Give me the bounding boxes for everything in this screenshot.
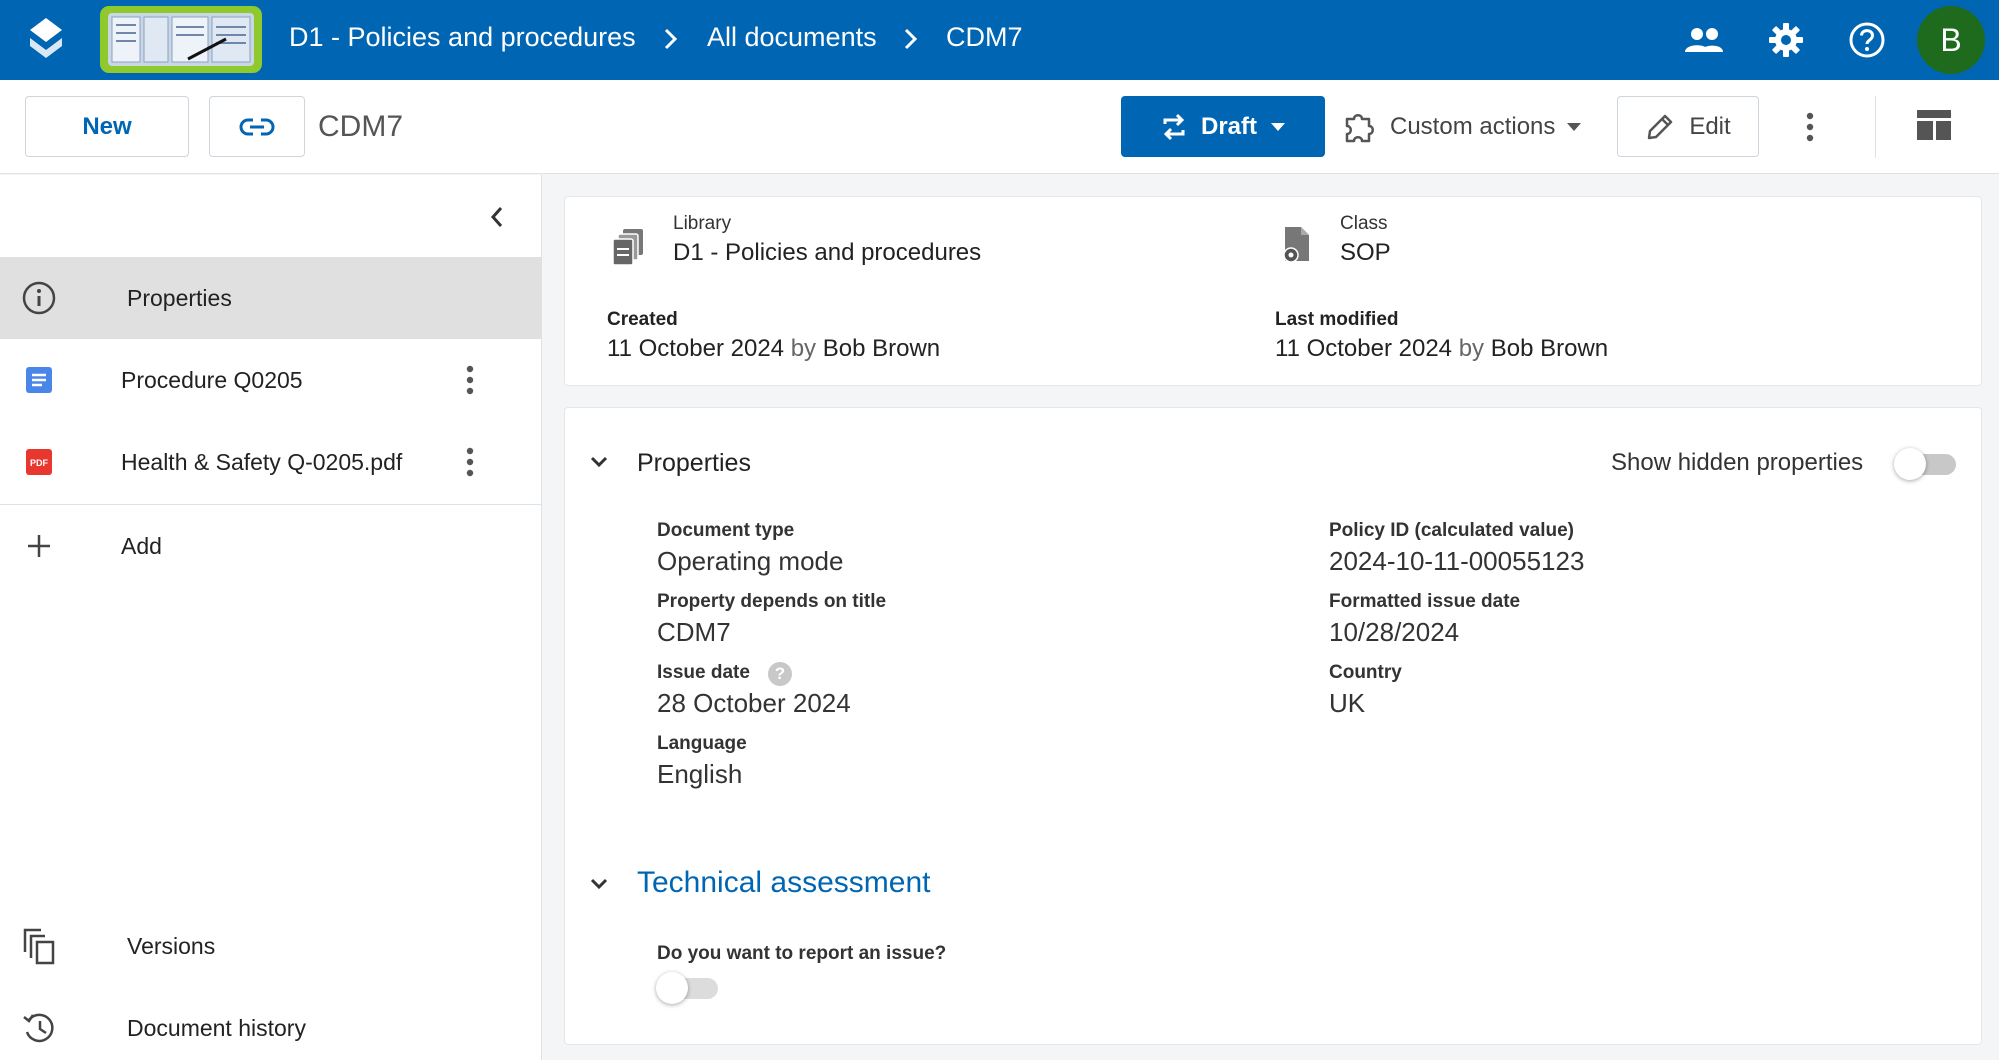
property-value: English <box>657 759 743 789</box>
chevron-down-icon[interactable] <box>585 870 613 898</box>
pdf-icon: PDF <box>20 443 58 481</box>
plus-icon <box>20 527 58 565</box>
property-label: Property depends on title <box>657 591 887 612</box>
property-value: 28 October 2024 <box>657 688 851 718</box>
property-label: Policy ID (calculated value) <box>1329 520 1574 541</box>
property-label: Document type <box>657 520 795 541</box>
toolbar: New CDM7 Draft Custom actions Edit <box>0 80 1999 174</box>
edit-button[interactable]: Edit <box>1617 96 1759 157</box>
help-icon[interactable] <box>1843 16 1891 64</box>
document-icon <box>20 361 58 399</box>
sidebar-item-health-safety-pdf[interactable]: PDF Health & Safety Q-0205.pdf <box>0 421 542 503</box>
more-options-icon[interactable] <box>1795 104 1825 150</box>
class-label: Class <box>1340 213 1388 234</box>
collapse-sidebar-icon[interactable] <box>482 199 512 235</box>
app-logo-icon[interactable] <box>26 16 66 64</box>
draft-workflow-button[interactable]: Draft <box>1121 96 1325 157</box>
breadcrumb-all-documents[interactable]: All documents <box>707 22 877 53</box>
property-value: 2024-10-11-00055123 <box>1329 546 1585 576</box>
layout-toggle-icon[interactable] <box>1917 110 1951 140</box>
property-value: 10/28/2024 <box>1329 617 1460 647</box>
report-issue-label: Do you want to report an issue? <box>657 943 947 964</box>
versions-icon <box>20 927 58 965</box>
custom-actions-label: Custom actions <box>1390 113 1556 140</box>
user-avatar[interactable]: B <box>1917 6 1985 74</box>
sidebar-item-procedure[interactable]: Procedure Q0205 <box>0 339 542 421</box>
sidebar-item-versions[interactable]: Versions <box>0 905 542 987</box>
breadcrumb-library[interactable]: D1 - Policies and procedures <box>289 22 636 53</box>
toolbar-divider <box>1875 96 1876 158</box>
people-icon[interactable] <box>1680 16 1728 64</box>
report-issue-toggle[interactable] <box>656 969 720 1005</box>
properties-section-title[interactable]: Properties <box>637 449 751 478</box>
sidebar-item-label: Document history <box>127 1014 306 1041</box>
custom-actions-button[interactable]: Custom actions <box>1342 104 1582 150</box>
sidebar-item-label: Properties <box>127 284 232 311</box>
library-value: D1 - Policies and procedures <box>673 239 982 266</box>
edit-label: Edit <box>1689 112 1731 140</box>
history-icon <box>20 1009 58 1047</box>
help-icon[interactable]: ? <box>768 662 792 686</box>
property-value: Operating mode <box>657 546 844 576</box>
created-label: Created <box>607 309 678 330</box>
technical-assessment-title[interactable]: Technical assessment <box>637 866 930 900</box>
library-thumbnail[interactable] <box>100 6 262 73</box>
sidebar-item-properties[interactable]: Properties <box>0 257 542 339</box>
created-value: 11 October 2024 by Bob Brown <box>607 335 941 362</box>
library-label: Library <box>673 213 732 234</box>
sidebar-item-label: Versions <box>127 932 216 959</box>
link-icon <box>239 117 275 137</box>
copy-link-button[interactable] <box>209 96 305 157</box>
chevron-right-icon <box>660 24 682 54</box>
sidebar-item-document-history[interactable]: Document history <box>0 987 542 1060</box>
property-label: Country <box>1329 662 1402 683</box>
pencil-icon <box>1645 112 1675 142</box>
chevron-right-icon <box>900 24 922 54</box>
class-value: SOP <box>1340 239 1391 266</box>
property-value: CDM7 <box>657 617 731 647</box>
library-thumbnail-image <box>108 13 254 66</box>
sidebar-item-add[interactable]: Add <box>0 505 542 587</box>
sidebar-item-label: Add <box>121 532 162 559</box>
more-options-icon[interactable] <box>455 442 485 482</box>
chevron-down-icon[interactable] <box>585 448 613 476</box>
more-options-icon[interactable] <box>455 360 485 400</box>
property-label: Formatted issue date <box>1329 591 1521 612</box>
sync-icon <box>1161 113 1187 141</box>
last-modified-value: 11 October 2024 by Bob Brown <box>1275 335 1609 362</box>
sidebar-item-label: Health & Safety Q-0205.pdf <box>121 448 403 475</box>
property-value: UK <box>1329 688 1366 718</box>
sidebar-item-label: Procedure Q0205 <box>121 366 303 393</box>
document-name: CDM7 <box>318 110 404 143</box>
top-bar: D1 - Policies and procedures All documen… <box>0 0 1999 80</box>
pdf-icon-text: PDF <box>30 458 49 468</box>
breadcrumb-current: CDM7 <box>946 22 1023 52</box>
show-hidden-properties-toggle[interactable] <box>1894 445 1958 481</box>
last-modified-label: Last modified <box>1275 309 1399 330</box>
draft-label: Draft <box>1200 112 1257 140</box>
puzzle-icon <box>1342 109 1378 145</box>
caret-down-icon <box>1567 123 1582 131</box>
property-label: Language <box>657 733 747 754</box>
property-label: Issue date <box>657 662 750 683</box>
new-button[interactable]: New <box>25 96 189 157</box>
gear-icon[interactable] <box>1762 16 1810 64</box>
library-icon <box>612 227 646 267</box>
sidebar: Properties Procedure Q0205 PDF Health & … <box>0 175 542 1060</box>
caret-down-icon <box>1271 122 1285 131</box>
show-hidden-properties-label: Show hidden properties <box>1611 449 1864 476</box>
info-icon <box>20 279 58 317</box>
document-summary-card: Library D1 - Policies and procedures Cla… <box>564 196 1982 386</box>
class-icon <box>1279 225 1313 265</box>
